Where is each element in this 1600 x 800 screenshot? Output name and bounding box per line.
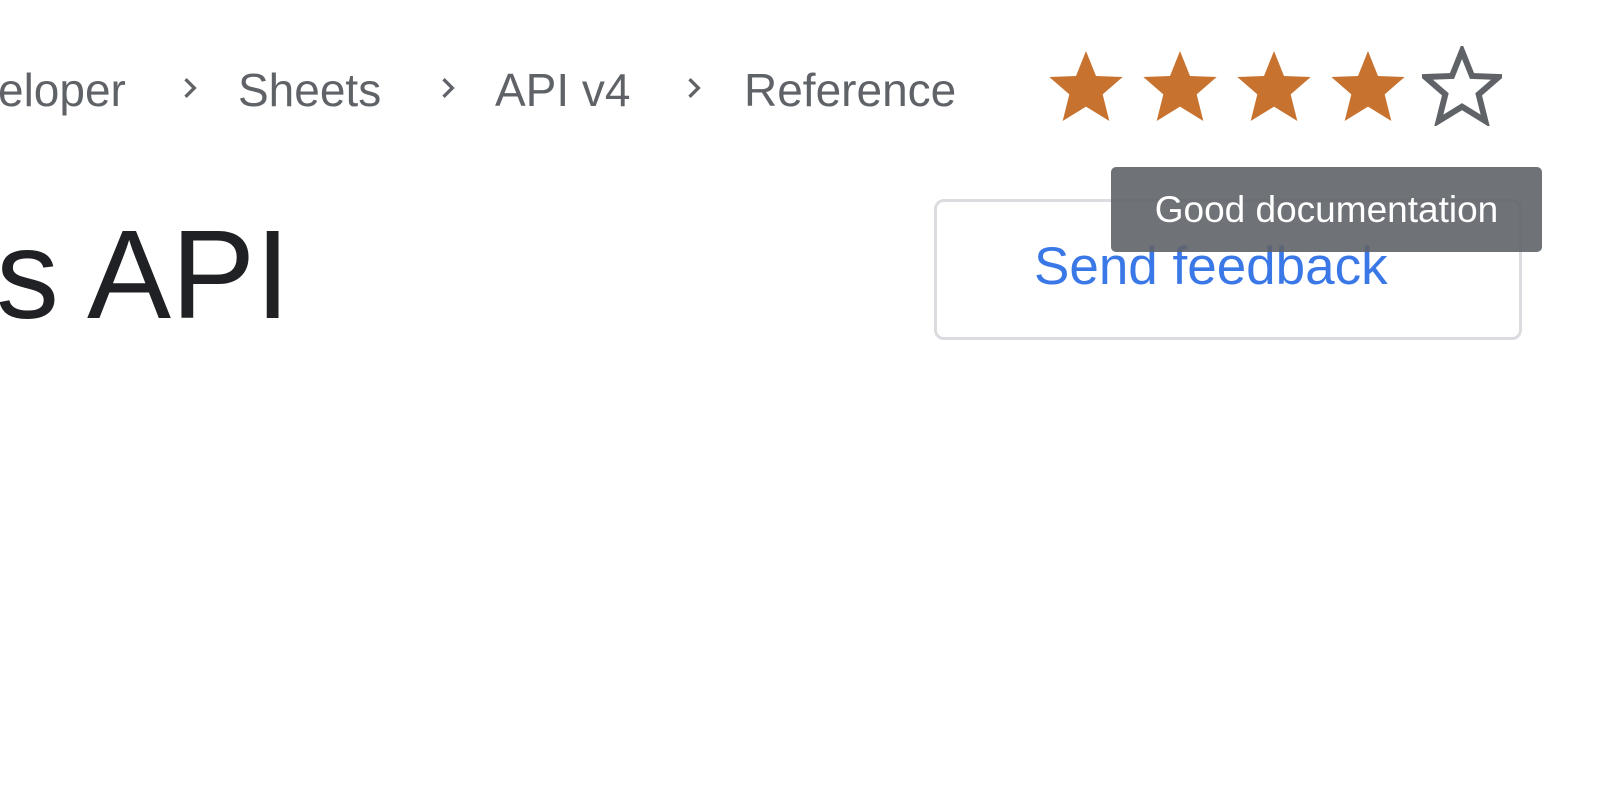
star-filled-icon[interactable]	[1046, 46, 1126, 126]
breadcrumb-item-developer[interactable]: eloper	[0, 62, 126, 118]
star-filled-icon[interactable]	[1234, 46, 1314, 126]
breadcrumb-item-api-v4[interactable]: API v4	[495, 62, 631, 118]
page-title: s API	[0, 204, 291, 345]
star-filled-icon[interactable]	[1328, 46, 1408, 126]
star-rating[interactable]	[1046, 46, 1502, 126]
star-filled-icon[interactable]	[1140, 46, 1220, 126]
chevron-right-icon	[184, 78, 197, 98]
rating-tooltip: Good documentation	[1111, 167, 1542, 252]
chevron-right-icon	[688, 78, 701, 98]
star-outline-icon[interactable]	[1422, 46, 1502, 126]
breadcrumb-item-reference[interactable]: Reference	[744, 62, 956, 118]
breadcrumb-item-sheets[interactable]: Sheets	[238, 62, 381, 118]
chevron-right-icon	[442, 78, 455, 98]
